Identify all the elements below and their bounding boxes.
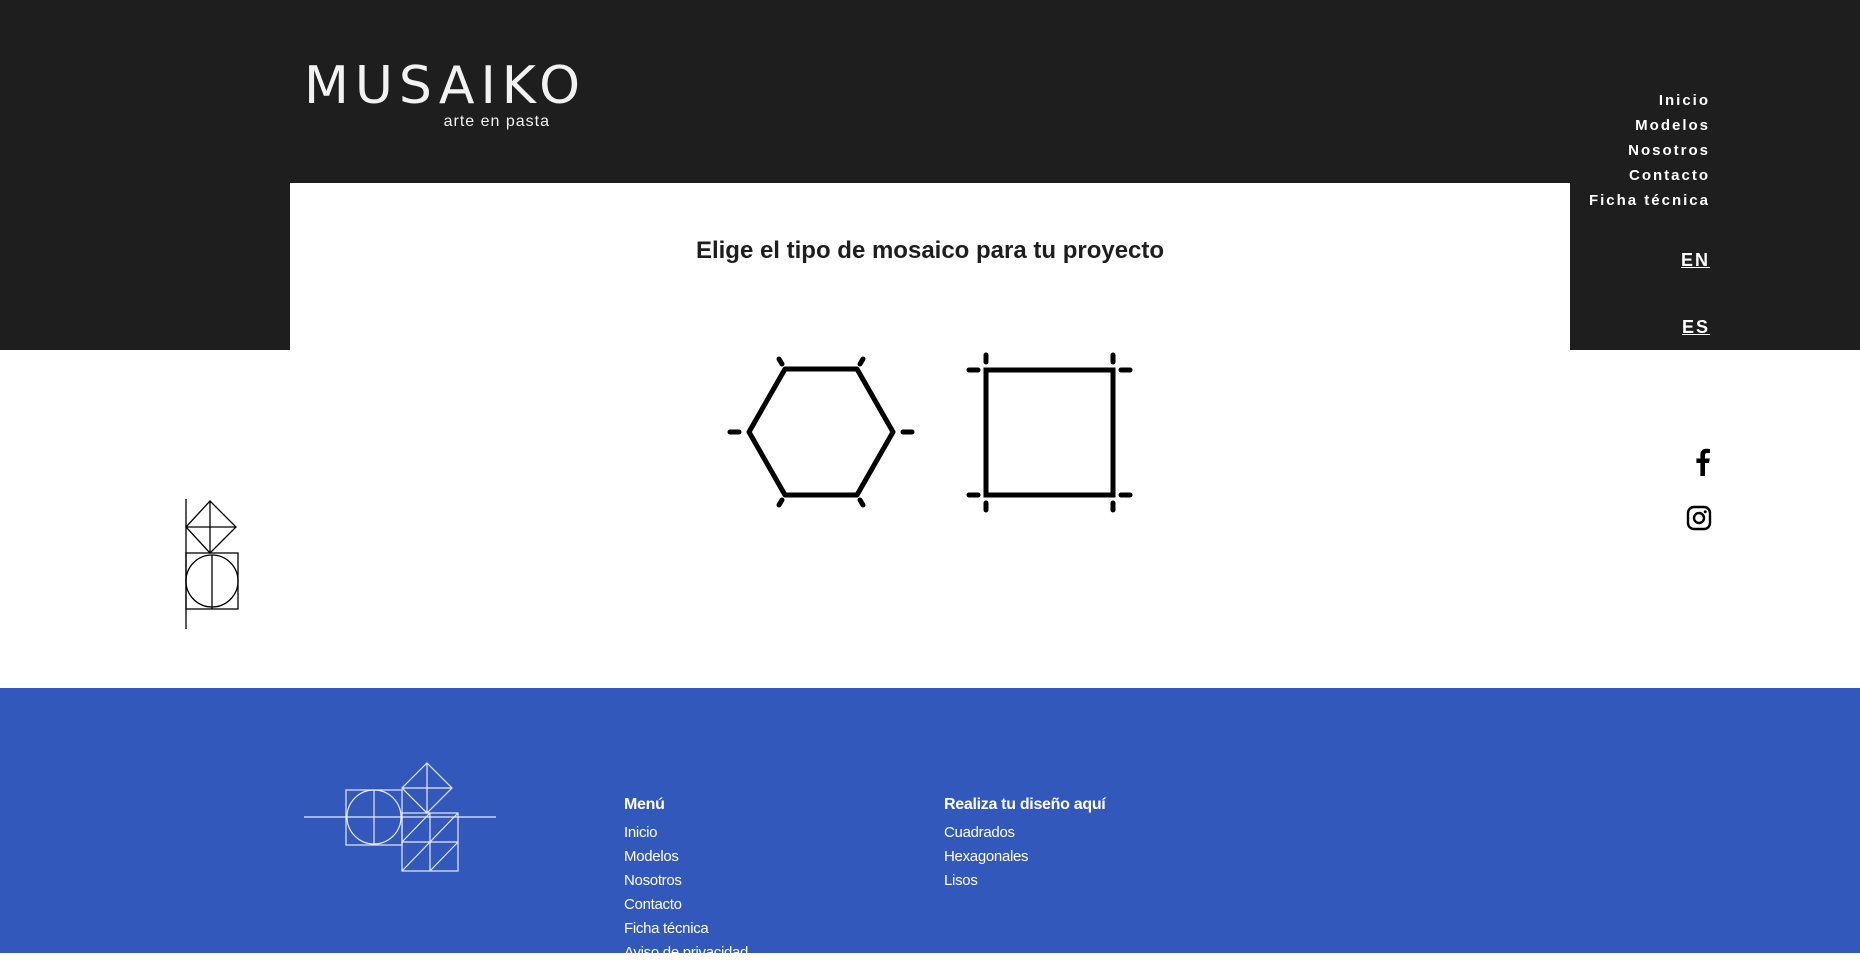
footer-menu-column: Menú Inicio Modelos Nosotros Contacto Fi… [624, 795, 748, 965]
footer-link-aviso-privacidad[interactable]: Aviso de privacidad [624, 941, 748, 965]
square-tile-button[interactable] [962, 345, 1162, 520]
instagram-icon[interactable] [1686, 505, 1712, 531]
footer-link-inicio[interactable]: Inicio [624, 821, 748, 845]
nav-item-inicio[interactable]: Inicio [1589, 88, 1710, 113]
nav-item-contacto[interactable]: Contacto [1589, 163, 1710, 188]
decorative-pattern-icon [185, 499, 239, 629]
footer-link-contacto[interactable]: Contacto [624, 893, 748, 917]
main-nav: Inicio Modelos Nosotros Contacto Ficha t… [1589, 88, 1710, 213]
hexagon-icon [727, 356, 915, 508]
hexagon-tile-button[interactable] [720, 345, 920, 520]
brand-logo[interactable]: MUSAIKO arte en pasta [304, 58, 580, 138]
nav-item-modelos[interactable]: Modelos [1589, 113, 1710, 138]
language-es-link[interactable]: ES [1682, 317, 1710, 338]
brand-tagline: arte en pasta [443, 113, 550, 130]
square-icon [966, 352, 1133, 513]
page-headline: Elige el tipo de mosaico para tu proyect… [695, 237, 1165, 265]
footer-link-cuadrados[interactable]: Cuadrados [944, 821, 1105, 845]
footer-link-lisos[interactable]: Lisos [944, 869, 1105, 893]
footer-logo-icon [304, 762, 496, 872]
footer-link-ficha-tecnica[interactable]: Ficha técnica [624, 917, 748, 941]
footer-link-nosotros[interactable]: Nosotros [624, 869, 748, 893]
content-card [290, 183, 1570, 350]
nav-item-ficha-tecnica[interactable]: Ficha técnica [1589, 188, 1710, 213]
language-en-link[interactable]: EN [1681, 250, 1710, 271]
nav-item-nosotros[interactable]: Nosotros [1589, 138, 1710, 163]
site-footer [0, 688, 1860, 953]
footer-design-column: Realiza tu diseño aquí Cuadrados Hexagon… [944, 795, 1106, 893]
brand-name: MUSAIKO [304, 56, 586, 116]
footer-menu-heading: Menú [624, 796, 665, 813]
footer-link-modelos[interactable]: Modelos [624, 845, 748, 869]
footer-design-heading: Realiza tu diseño aquí [944, 796, 1106, 813]
footer-link-hexagonales[interactable]: Hexagonales [944, 845, 1105, 869]
facebook-icon[interactable] [1690, 446, 1714, 476]
